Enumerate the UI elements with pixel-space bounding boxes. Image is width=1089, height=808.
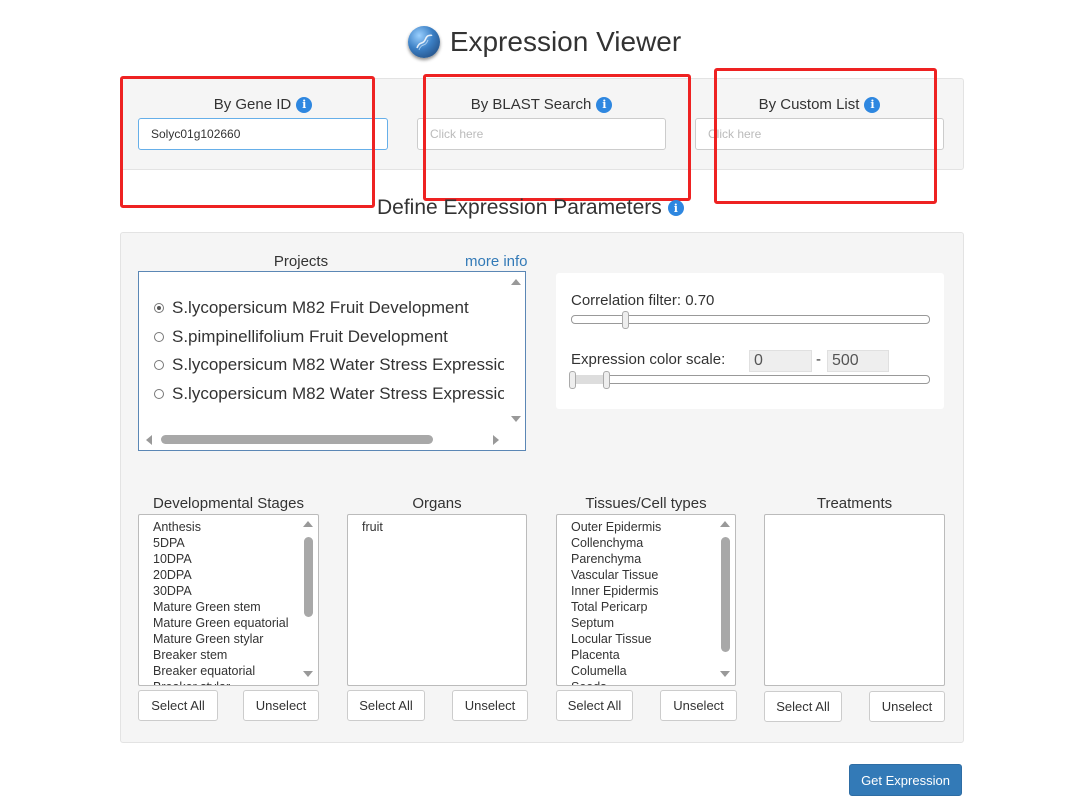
list-item[interactable]: Anthesis: [153, 520, 201, 534]
list-item[interactable]: Mature Green stem: [153, 600, 261, 614]
organs-select-all-button[interactable]: Select All: [347, 690, 425, 721]
color-scale-label: Expression color scale:: [571, 351, 726, 368]
project-item[interactable]: S.lycopersicum M82 Fruit Development: [154, 298, 504, 318]
list-item[interactable]: Mature Green equatorial: [153, 616, 289, 630]
vertical-scrollbar[interactable]: [304, 537, 313, 617]
project-label: S.lycopersicum M82 Water Stress Expressi…: [172, 384, 504, 403]
list-item[interactable]: Vascular Tissue: [571, 568, 658, 582]
organs-unselect-button[interactable]: Unselect: [452, 690, 528, 721]
color-scale-min-input[interactable]: 0: [749, 350, 812, 372]
list-item[interactable]: 20DPA: [153, 568, 192, 582]
tissues-list[interactable]: Seeds Columella Placenta Locular Tissue Sept…: [556, 514, 736, 686]
info-icon[interactable]: i: [667, 200, 684, 216]
radio-icon[interactable]: [154, 360, 164, 370]
list-item[interactable]: Breaker stem: [153, 648, 227, 662]
scroll-down-icon[interactable]: [511, 416, 521, 422]
scroll-left-icon[interactable]: [146, 435, 152, 445]
correlation-slider-handle[interactable]: [622, 311, 629, 329]
scroll-up-icon[interactable]: [511, 279, 521, 285]
list-item[interactable]: Outer Epidermis: [571, 520, 661, 534]
list-item[interactable]: Locular Tissue: [571, 632, 652, 646]
list-item[interactable]: Inner Epidermis: [571, 584, 659, 598]
globe-logo-icon: [407, 26, 440, 58]
section-heading-text: Define Expression Parameters: [377, 196, 662, 219]
page-title: Expression Viewer: [0, 26, 1089, 65]
list-item[interactable]: Septum: [571, 616, 614, 630]
horizontal-scrollbar[interactable]: [161, 435, 433, 444]
project-item[interactable]: S.pimpinellifolium Fruit Development: [154, 327, 504, 347]
highlight-box-blast: [423, 74, 691, 201]
highlight-box-gene-id: [120, 76, 375, 208]
treatments-unselect-button[interactable]: Unselect: [869, 691, 945, 722]
list-item[interactable]: Breaker stylar: [153, 680, 230, 685]
project-item[interactable]: S.lycopersicum M82 Water Stress Expressi…: [154, 355, 504, 375]
color-scale-min-handle[interactable]: [569, 371, 576, 389]
tissues-unselect-button[interactable]: Unselect: [660, 690, 737, 721]
stages-unselect-button[interactable]: Unselect: [243, 690, 319, 721]
project-label: S.lycopersicum M82 Fruit Development: [172, 298, 469, 317]
scroll-up-icon[interactable]: [303, 521, 313, 527]
projects-list[interactable]: S.lycopersicum M82 Fruit Development S.p…: [138, 271, 526, 451]
treatments-list[interactable]: [764, 514, 945, 686]
organs-list[interactable]: fruit: [347, 514, 527, 686]
radio-icon[interactable]: [154, 389, 164, 399]
list-item[interactable]: Seeds: [571, 680, 606, 685]
color-scale-range-fill: [572, 375, 606, 384]
color-scale-max-input[interactable]: 500: [827, 350, 889, 372]
organs-title: Organs: [412, 495, 462, 512]
list-item[interactable]: fruit: [362, 520, 383, 534]
vertical-scrollbar[interactable]: [721, 537, 730, 652]
tissues-title: Tissues/Cell types: [585, 495, 707, 512]
list-item[interactable]: Total Pericarp: [571, 600, 647, 614]
project-label: S.lycopersicum M82 Water Stress Expressi…: [172, 355, 504, 374]
scroll-down-icon[interactable]: [720, 671, 730, 677]
list-item[interactable]: 30DPA: [153, 584, 192, 598]
treatments-select-all-button[interactable]: Select All: [764, 691, 842, 722]
stages-list[interactable]: Breaker stylar Breaker equatorial Breaker …: [138, 514, 319, 686]
list-item[interactable]: 10DPA: [153, 552, 192, 566]
scroll-down-icon[interactable]: [303, 671, 313, 677]
list-item[interactable]: Columella: [571, 664, 627, 678]
get-expression-button[interactable]: Get Expression: [849, 764, 962, 796]
list-item[interactable]: Breaker equatorial: [153, 664, 255, 678]
slider-panel: Correlation filter: 0.70 Expression colo…: [556, 273, 944, 409]
correlation-label: Correlation filter: 0.70: [571, 292, 715, 309]
color-scale-separator: -: [816, 351, 821, 368]
project-label: S.pimpinellifolium Fruit Development: [172, 327, 448, 346]
list-item[interactable]: Parenchyma: [571, 552, 641, 566]
section-heading: Define Expression Parameters i: [377, 196, 684, 220]
list-item[interactable]: Mature Green stylar: [153, 632, 263, 646]
scroll-right-icon[interactable]: [493, 435, 499, 445]
list-item[interactable]: Placenta: [571, 648, 620, 662]
scroll-up-icon[interactable]: [720, 521, 730, 527]
projects-label: Projects: [273, 253, 329, 270]
color-scale-max-handle[interactable]: [603, 371, 610, 389]
radio-selected-icon[interactable]: [154, 303, 164, 313]
list-item[interactable]: Collenchyma: [571, 536, 643, 550]
stages-select-all-button[interactable]: Select All: [138, 690, 218, 721]
radio-icon[interactable]: [154, 332, 164, 342]
list-item[interactable]: 5DPA: [153, 536, 185, 550]
stages-title: Developmental Stages: [153, 495, 304, 512]
page-title-text: Expression Viewer: [449, 26, 682, 57]
treatments-title: Treatments: [816, 495, 893, 512]
more-info-link[interactable]: more info: [465, 253, 528, 270]
color-scale-slider-track[interactable]: [571, 375, 930, 384]
project-item[interactable]: S.lycopersicum M82 Water Stress Expressi…: [154, 384, 504, 404]
tissues-select-all-button[interactable]: Select All: [556, 690, 633, 721]
highlight-box-custom-list: [714, 68, 937, 204]
